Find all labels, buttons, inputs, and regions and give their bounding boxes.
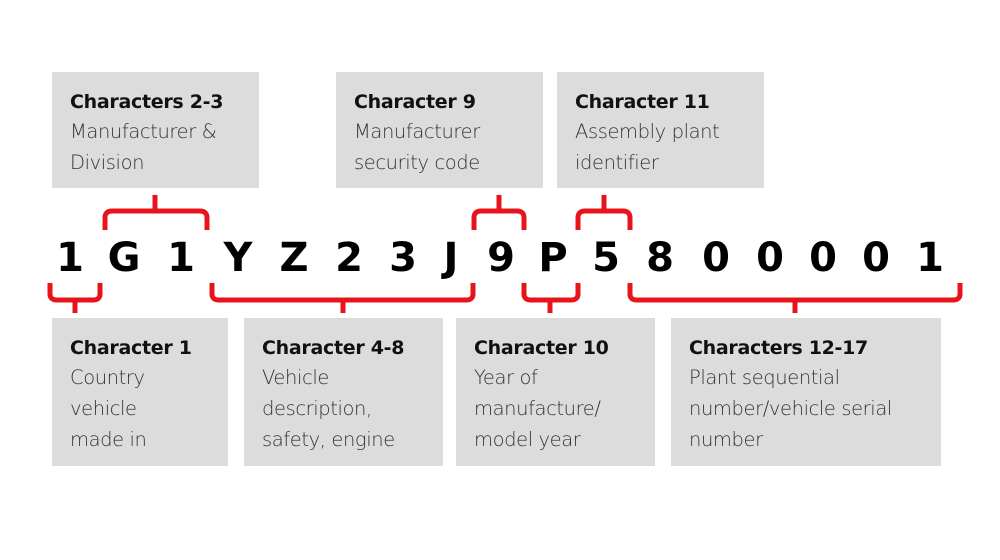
bracket-character-4-8 (209, 283, 476, 313)
brackets-layer (47, 195, 963, 313)
bracket-character-10 (521, 283, 581, 313)
bracket-characters-12-17 (627, 283, 963, 313)
bracket-characters-2-3 (102, 195, 210, 230)
bracket-character-1 (47, 283, 103, 313)
bracket-character-9 (471, 195, 527, 230)
bracket-character-11 (575, 195, 633, 230)
